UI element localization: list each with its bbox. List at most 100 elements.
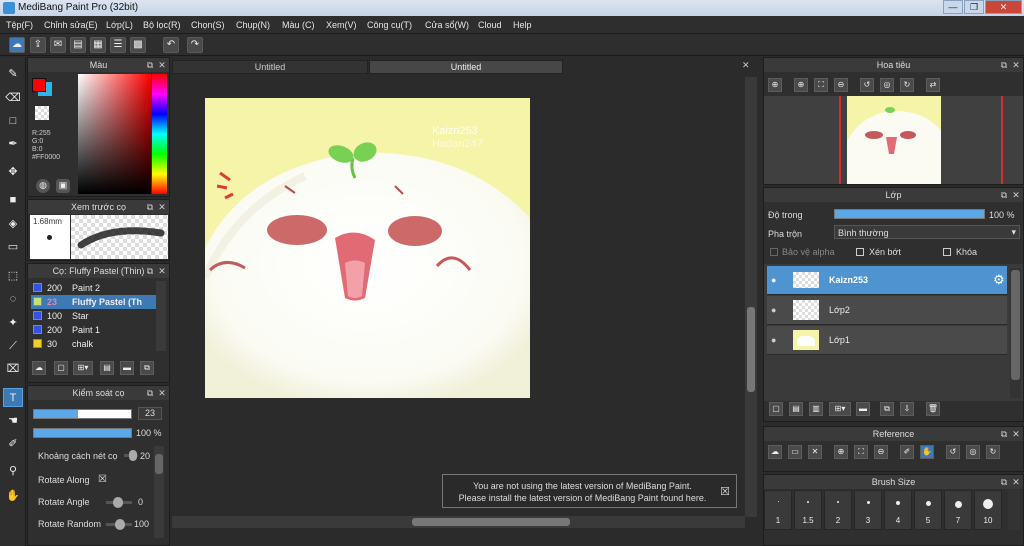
dropper-icon[interactable]: ✐ (900, 445, 914, 459)
cloud-reference-icon[interactable]: ☁ (768, 445, 782, 459)
update-notice[interactable]: You are not using the latest version of … (442, 474, 737, 508)
redo-icon[interactable]: ↷ (187, 37, 203, 53)
trash-icon[interactable]: 🗑 (926, 402, 940, 416)
close-icon[interactable]: ✕ (1011, 475, 1021, 489)
menu-layer[interactable]: Lớp(L) (106, 20, 133, 30)
menu-tools[interactable]: Công cụ(T) (367, 20, 412, 30)
zoom-in-icon[interactable]: ⊕ (768, 78, 782, 92)
cloud-icon[interactable]: ☁ (9, 37, 25, 53)
select-eraser-tool-icon[interactable]: ⌧ (3, 360, 23, 379)
hand-tool-icon[interactable]: ✋ (3, 487, 23, 506)
brush-item[interactable]: 200 Paint 1 (31, 323, 156, 337)
bucket-tool-icon[interactable]: ◈ (3, 215, 23, 234)
operation-tool-icon[interactable]: ☚ (3, 412, 23, 431)
brush-list-scrollbar[interactable] (156, 281, 166, 351)
menu-select[interactable]: Chọn(S) (191, 20, 225, 30)
zoom-in-icon[interactable]: ⊕ (834, 445, 848, 459)
new-page-icon[interactable]: ▤ (70, 37, 86, 53)
comment-icon[interactable]: ✉ (50, 37, 66, 53)
canvas-horizontal-scrollbar[interactable] (172, 516, 745, 528)
close-reference-icon[interactable]: ✕ (808, 445, 822, 459)
undock-icon[interactable]: ⧉ (145, 264, 155, 278)
brush-size-preset[interactable]: 2 (824, 490, 852, 530)
brush-item-selected[interactable]: 23 Fluffy Pastel (Th (31, 295, 156, 309)
rotate-angle-slider[interactable] (106, 497, 132, 508)
menu-filter[interactable]: Bộ lọc(R) (143, 20, 181, 30)
vertical-scroll-thumb[interactable] (747, 307, 755, 392)
menu-capture[interactable]: Chụp(N) (236, 20, 270, 30)
foreground-color-swatch[interactable] (32, 78, 46, 92)
menu-window[interactable]: Cửa sổ(W) (425, 20, 469, 30)
brush-settings-icon[interactable]: ▤ (100, 361, 114, 375)
folder-icon[interactable]: ▬ (856, 402, 870, 416)
undock-icon[interactable]: ⧉ (145, 386, 155, 400)
menu-edit[interactable]: Chỉnh sửa(E) (44, 20, 98, 30)
clipping-checkbox[interactable] (856, 248, 864, 256)
brush-size-scrollbar[interactable] (1008, 490, 1020, 530)
menu-help[interactable]: Help (513, 20, 532, 30)
merge-layer-icon[interactable]: ⇩ (900, 402, 914, 416)
rotate-along-checkbox[interactable]: ☒ (98, 474, 107, 485)
control-scrollbar[interactable] (154, 446, 164, 538)
brush-item[interactable]: 30 chalk (31, 337, 156, 351)
layer-opacity-slider[interactable] (834, 209, 985, 219)
menu-cloud[interactable]: Cloud (478, 20, 502, 30)
dropper-tool-icon[interactable]: ✐ (3, 435, 23, 454)
eyedropper-tool-icon[interactable]: ⚲ (3, 462, 23, 481)
close-icon[interactable]: ✕ (157, 200, 167, 214)
close-notice-icon[interactable]: ☒ (720, 485, 730, 498)
maximize-icon[interactable]: ❐ (964, 0, 984, 14)
brush-size-preset[interactable]: 5 (914, 490, 942, 530)
horizontal-scroll-thumb[interactable] (412, 518, 570, 526)
rotate-left-icon[interactable]: ↺ (860, 78, 874, 92)
brush-folder-icon[interactable]: ▬ (120, 361, 134, 375)
eraser-tool-icon[interactable]: ⌫ (3, 89, 23, 108)
lasso-tool-icon[interactable]: ◌ (3, 290, 23, 309)
brush-item[interactable]: 100 Star (31, 309, 156, 323)
list-icon[interactable]: ☰ (110, 37, 126, 53)
hand-icon[interactable]: ✋ (920, 445, 934, 459)
close-icon[interactable]: ✕ (157, 58, 167, 72)
cloud-brush-icon[interactable]: ☁ (32, 361, 46, 375)
brush-size-preset[interactable]: 1 (764, 490, 792, 530)
close-icon[interactable]: ✕ (1011, 427, 1021, 441)
undock-icon[interactable]: ⧉ (145, 58, 155, 72)
eye-icon[interactable]: ● (771, 305, 776, 315)
new-halftone-layer-icon[interactable]: ▤ (789, 402, 803, 416)
transparent-swatch[interactable] (35, 106, 49, 120)
brush-item[interactable]: 200 Paint 2 (31, 281, 156, 295)
open-folder-icon[interactable]: ▭ (788, 445, 802, 459)
saturation-value-picker[interactable] (78, 74, 151, 194)
blend-mode-select[interactable]: Bình thường ▾ (834, 225, 1020, 239)
zoom-out-icon[interactable]: ⊖ (874, 445, 888, 459)
palette-icon[interactable]: ◍ (36, 179, 50, 193)
select-rect-tool-icon[interactable]: ⬚ (3, 267, 23, 286)
document-canvas[interactable]: Kaizn253 Hadan247 (205, 98, 530, 398)
lock-checkbox[interactable] (943, 248, 951, 256)
navigator-view[interactable] (764, 96, 1023, 184)
grid-icon[interactable]: ▩ (130, 37, 146, 53)
new-brush-icon[interactable]: ▢ (54, 361, 68, 375)
undock-icon[interactable]: ⧉ (145, 200, 155, 214)
reset-rotate-icon[interactable]: ◎ (880, 78, 894, 92)
brush-size-slider[interactable] (33, 409, 132, 419)
brush-size-preset[interactable]: 7 (944, 490, 972, 530)
menu-color[interactable]: Màu (C) (282, 20, 315, 30)
close-icon[interactable]: ✕ (157, 386, 167, 400)
document-tab-active[interactable]: Untitled (369, 60, 563, 74)
eye-icon[interactable]: ● (771, 275, 776, 285)
zoom-in-2-icon[interactable]: ⊕ (794, 78, 808, 92)
brush-size-value[interactable]: 23 (138, 407, 162, 420)
brush-opacity-slider[interactable] (33, 428, 132, 438)
upload-icon[interactable]: ⇪ (30, 37, 46, 53)
add-layer-dropdown-icon[interactable]: ⊞▾ (829, 402, 851, 416)
duplicate-layer-icon[interactable]: ⧉ (880, 402, 894, 416)
spacing-slider[interactable] (124, 450, 138, 461)
hue-slider[interactable] (152, 74, 167, 194)
duplicate-brush-icon[interactable]: ⧉ (140, 361, 154, 375)
new-8bit-layer-icon[interactable]: ▥ (809, 402, 823, 416)
undock-icon[interactable]: ⧉ (999, 427, 1009, 441)
canvas-vertical-scrollbar[interactable] (745, 77, 757, 517)
gradient-tool-icon[interactable]: ▭ (3, 238, 23, 257)
text-tool-icon[interactable]: T (3, 388, 23, 407)
